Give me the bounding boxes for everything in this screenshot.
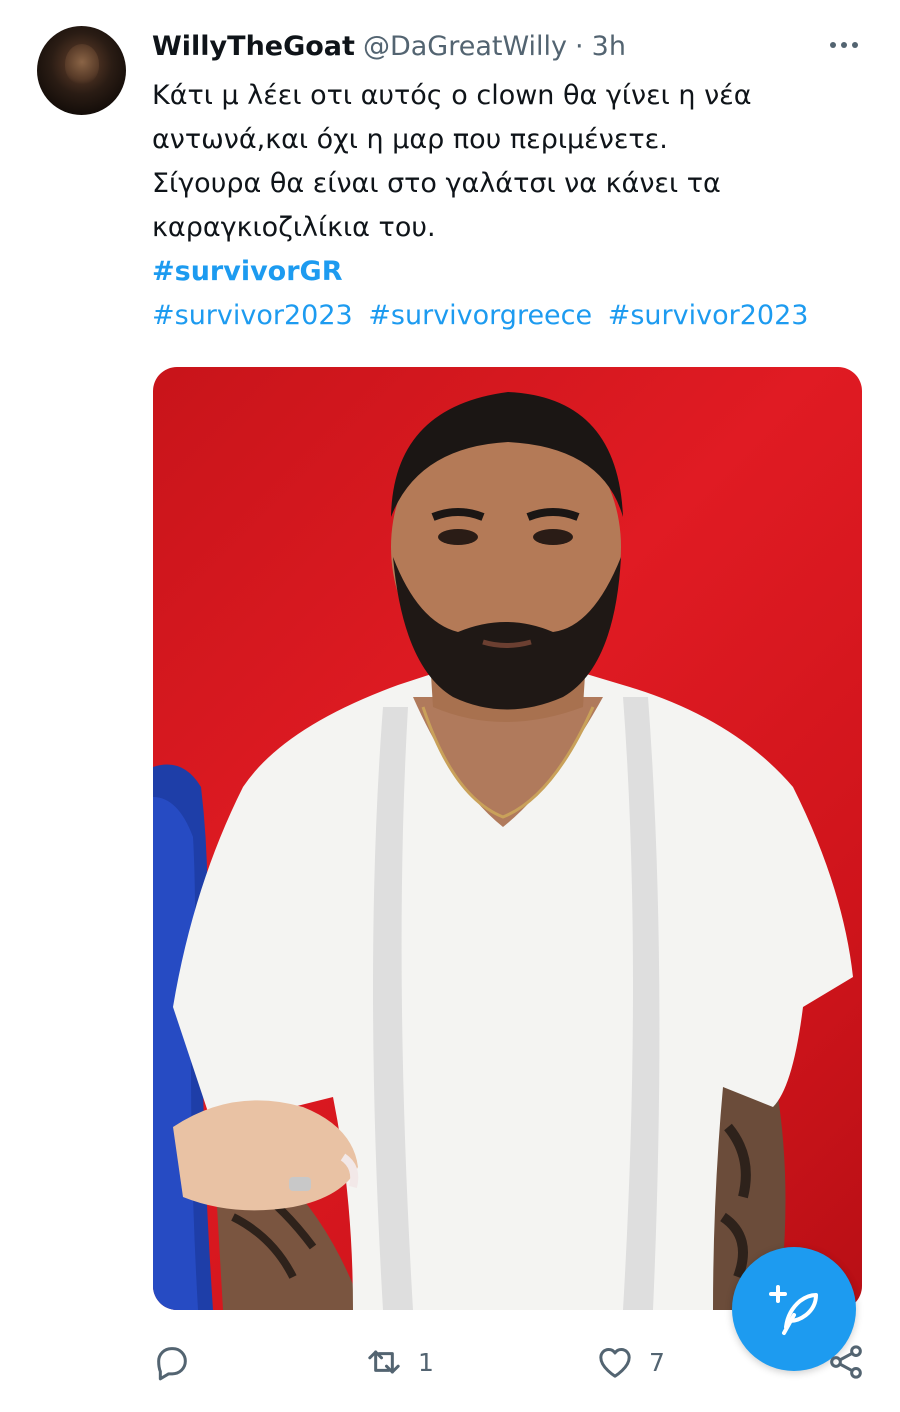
hashtag-link[interactable]: #survivorgreece (368, 300, 592, 331)
retweet-icon (368, 1350, 400, 1374)
like-button[interactable]: 7 (595, 1340, 665, 1384)
reply-button[interactable] (152, 1340, 192, 1384)
tweet-text-line: Σίγουρα θα είναι στο γαλάτσι να κάνει τα (152, 168, 721, 199)
tweet-header: WillyTheGoat @DaGreatWilly · 3h (152, 26, 626, 66)
more-options-icon[interactable] (830, 42, 858, 48)
hashtag-link[interactable]: #survivorGR (152, 256, 343, 287)
tweet-text-line: καραγκιοζιλίκια του. (152, 212, 436, 243)
retweet-button[interactable]: 1 (364, 1340, 434, 1384)
compose-tweet-icon (769, 1285, 818, 1335)
tweet-media-photo[interactable] (153, 367, 862, 1310)
author-avatar[interactable] (37, 26, 126, 115)
retweet-count: 1 (418, 1347, 434, 1377)
share-icon (830, 1345, 862, 1379)
author-handle[interactable]: @DaGreatWilly (363, 31, 567, 62)
tweet-timestamp[interactable]: 3h (592, 31, 626, 62)
separator-dot: · (575, 30, 584, 62)
hashtag-link[interactable]: #survivor2023 (152, 300, 353, 331)
author-name[interactable]: WillyTheGoat (152, 31, 355, 62)
tweet-text-line: αντωνά,και όχι η μαρ που περιμένετε. (152, 124, 668, 155)
share-button[interactable] (826, 1340, 866, 1384)
tweet-text-line: Κάτι μ λέει οτι αυτός ο clown θα γίνει η… (152, 80, 752, 111)
reply-icon (157, 1347, 187, 1381)
tweet-action-bar: 1 7 (152, 1340, 872, 1384)
hashtag-link[interactable]: #survivor2023 (608, 300, 809, 331)
tweet-text: Κάτι μ λέει οτι αυτός ο clown θα γίνει η… (152, 74, 872, 338)
heart-icon (599, 1348, 631, 1378)
like-count: 7 (649, 1347, 665, 1377)
